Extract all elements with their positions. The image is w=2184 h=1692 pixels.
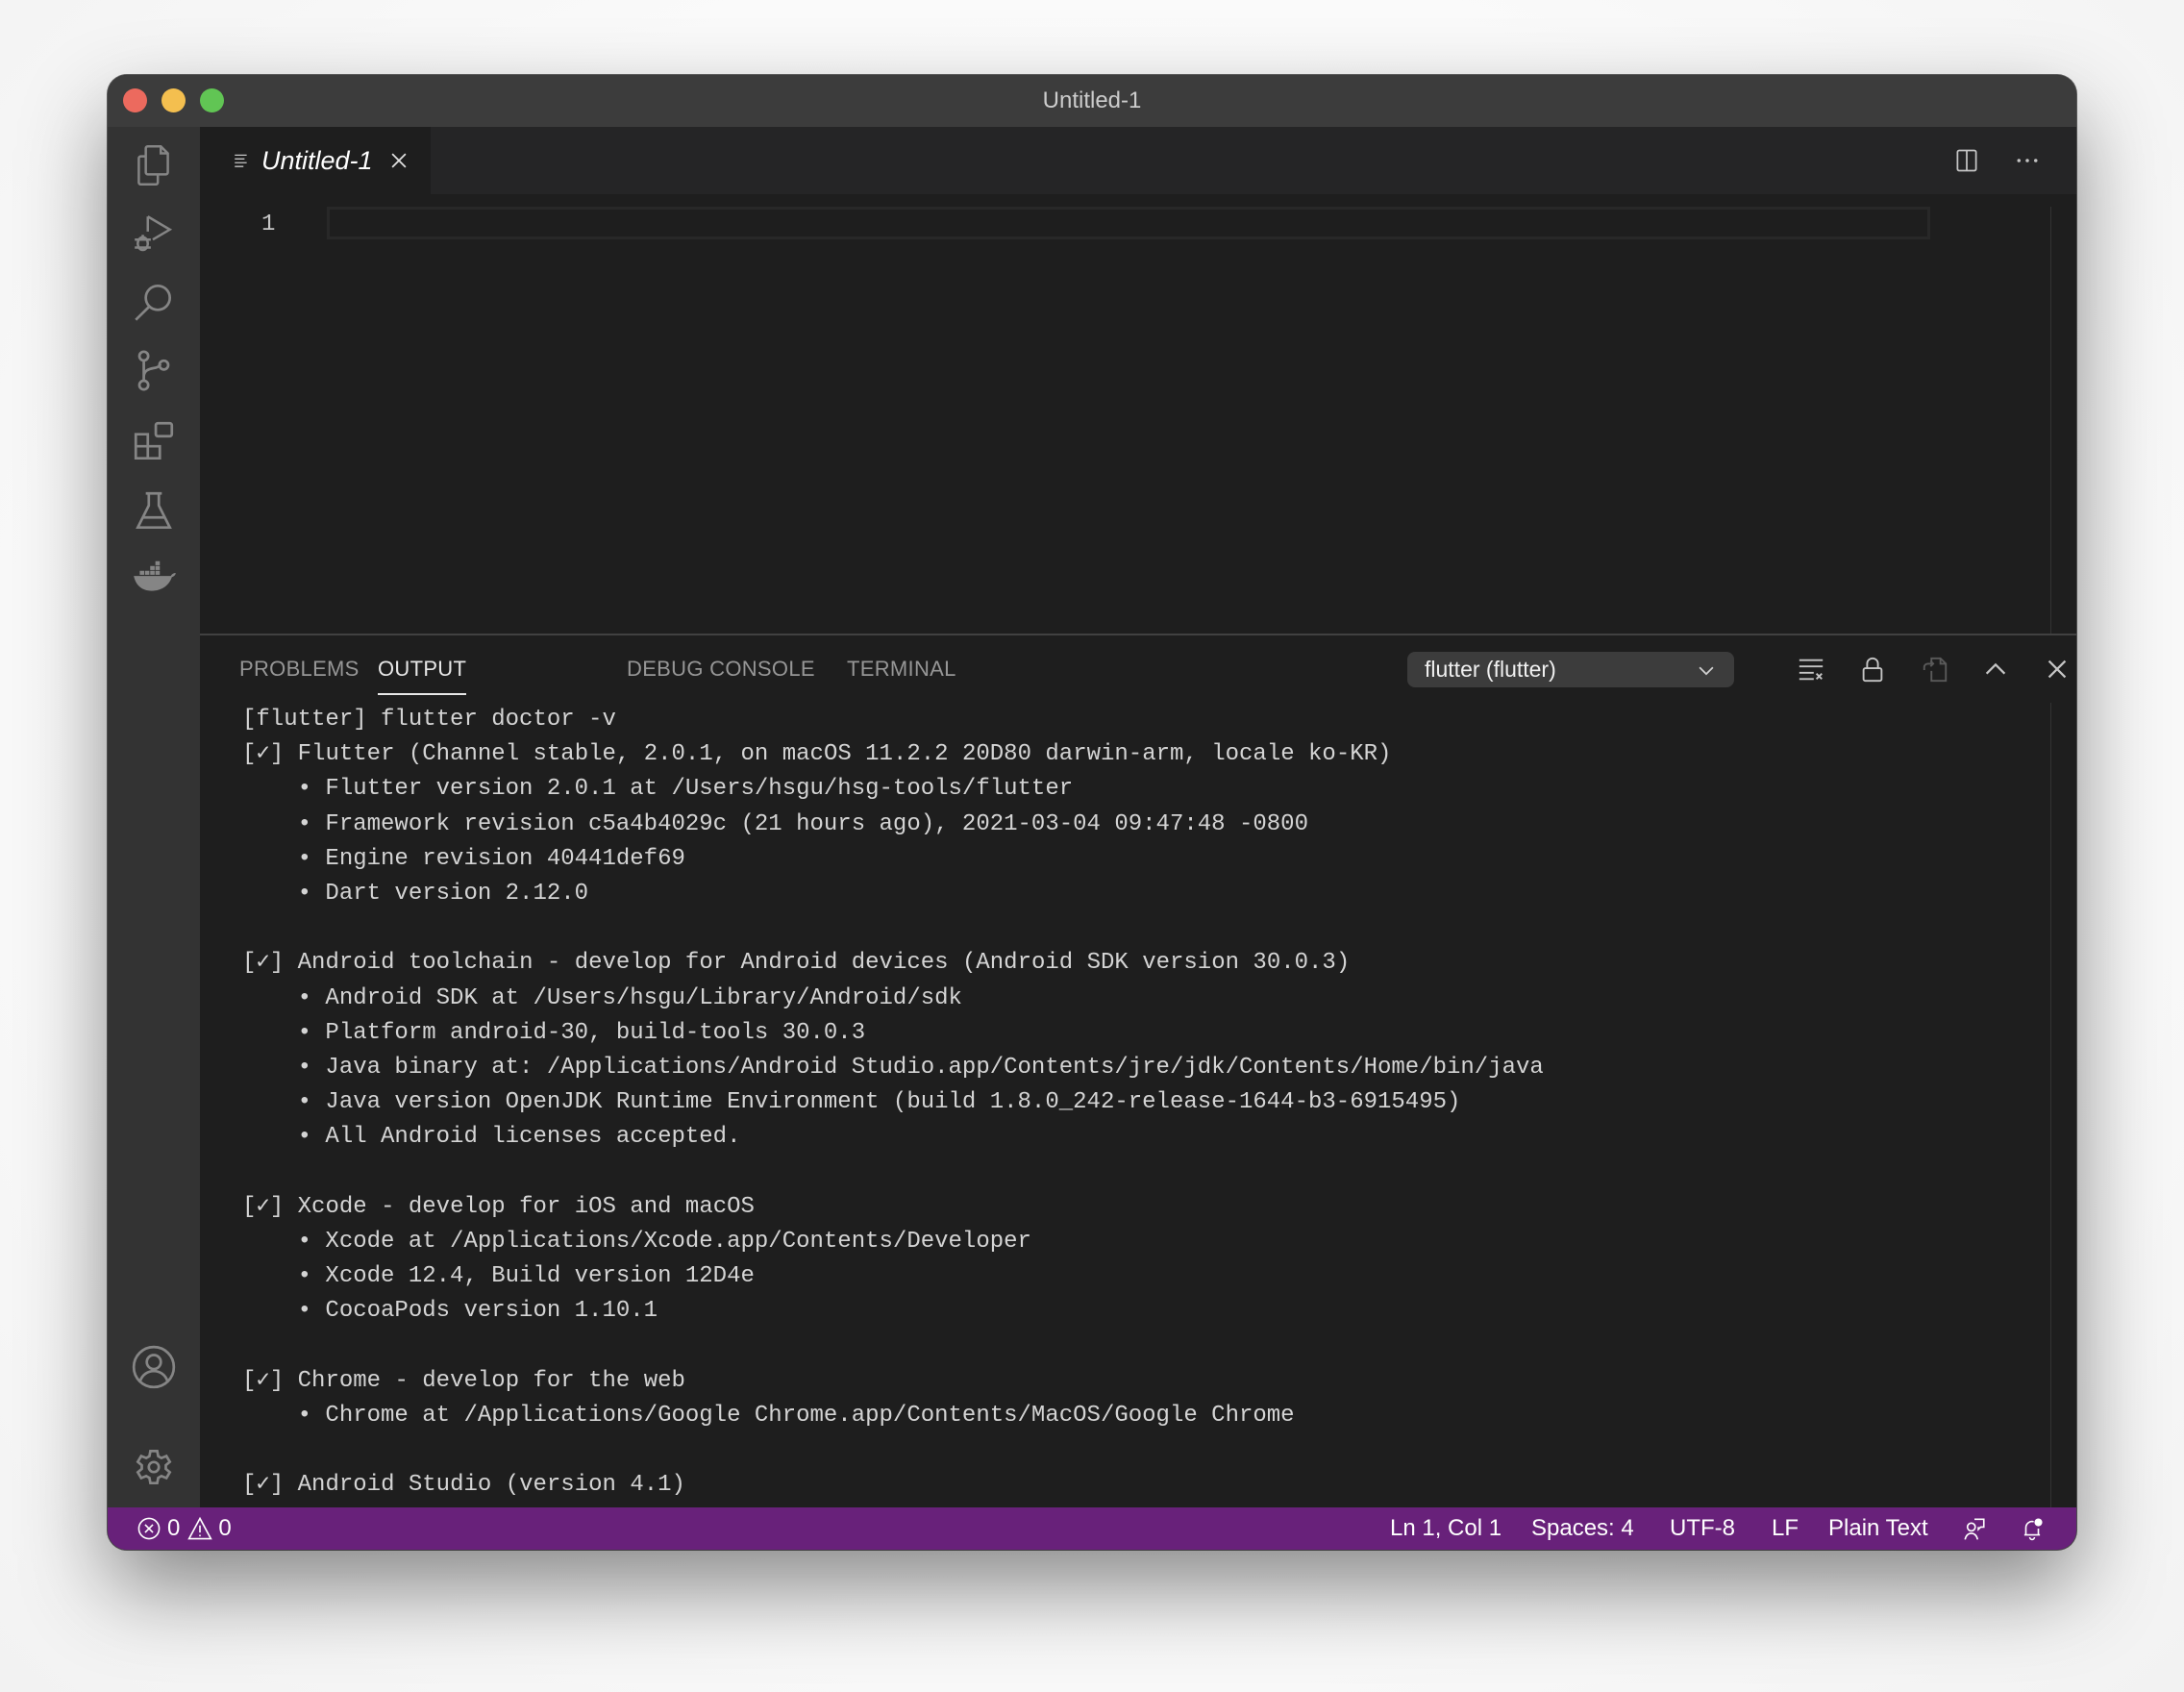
current-line-highlight — [327, 207, 1930, 239]
output-line: • Android SDK at /Users/hsgu/Library/And… — [242, 984, 962, 1011]
activity-source-control[interactable] — [108, 333, 200, 410]
problems-status[interactable]: 0 0 — [136, 1507, 232, 1550]
output-line: [✓] Flutter (Channel stable, 2.0.1, on m… — [242, 741, 1392, 768]
output-line: [flutter] flutter doctor -v — [242, 707, 616, 733]
search-icon — [135, 284, 172, 321]
output-line: • Engine revision 40441def69 — [242, 845, 685, 872]
status-bar: 0 0 Ln 1, Col 1 Spaces: 4 UTF-8 LF Plain… — [108, 1507, 2076, 1550]
tab-problems-label: PROBLEMS — [239, 657, 360, 681]
tab-untitled-1[interactable]: Untitled-1 — [200, 127, 431, 194]
activity-bar — [108, 127, 200, 1507]
tab-problems[interactable]: PROBLEMS — [239, 657, 360, 682]
clear-output-button[interactable] — [1794, 652, 1828, 686]
activity-docker[interactable] — [108, 538, 200, 615]
warning-icon — [187, 1516, 213, 1540]
bottom-panel: PROBLEMS OUTPUT DEBUG CONSOLE TERMINAL f… — [200, 634, 2076, 1509]
tab-terminal-label: TERMINAL — [847, 657, 956, 681]
go-to-file-icon — [1923, 657, 1948, 683]
output-line: [✓] Android Studio (version 4.1) — [242, 1472, 685, 1499]
activity-extensions[interactable] — [108, 404, 200, 481]
output-channel-select[interactable]: flutter (flutter) — [1407, 652, 1734, 687]
output-line: • Xcode 12.4, Build version 12D4e — [242, 1263, 755, 1289]
lock-scroll-button[interactable] — [1855, 652, 1890, 686]
chevron-up-icon — [1985, 662, 2006, 675]
language-mode[interactable]: Plain Text — [1828, 1507, 1928, 1550]
error-count: 0 — [167, 1515, 181, 1541]
activity-run-debug[interactable] — [108, 196, 200, 273]
tab-terminal[interactable]: TERMINAL — [847, 657, 956, 682]
split-editor-icon — [1956, 149, 1977, 172]
title-bar: Untitled-1 — [108, 75, 2076, 127]
text-file-icon — [235, 154, 247, 167]
output-line: [✓] Chrome - develop for the web — [242, 1367, 685, 1394]
close-icon[interactable] — [388, 150, 410, 171]
output-line: • Xcode at /Applications/Xcode.app/Conte… — [242, 1228, 1031, 1255]
line-number: 1 — [261, 212, 276, 237]
end-of-line[interactable]: LF — [1772, 1507, 1799, 1550]
close-icon — [2048, 659, 2067, 679]
output-line: • CocoaPods version 1.10.1 — [242, 1298, 658, 1325]
tab-label: Untitled-1 — [261, 145, 373, 175]
feedback-button[interactable] — [1962, 1507, 1987, 1550]
source-control-icon — [137, 350, 170, 391]
output-channel-value: flutter (flutter) — [1425, 657, 1556, 682]
warning-count: 0 — [218, 1515, 232, 1541]
activity-accounts[interactable] — [108, 1329, 200, 1406]
tab-debug-console-label: DEBUG CONSOLE — [627, 657, 815, 681]
output-line: • Platform android-30, build-tools 30.0.… — [242, 1019, 866, 1046]
output-line: [✓] Xcode - develop for iOS and macOS — [242, 1193, 755, 1220]
output-line: [✓] Android toolchain - develop for Andr… — [242, 950, 1351, 977]
editor-scrollbar[interactable] — [2050, 207, 2051, 634]
encoding[interactable]: UTF-8 — [1670, 1507, 1735, 1550]
output-line: • Java binary at: /Applications/Android … — [242, 1054, 1544, 1081]
output-line: • Chrome at /Applications/Google Chrome.… — [242, 1402, 1295, 1429]
bell-dot-icon — [2023, 1518, 2043, 1541]
tab-output-label: OUTPUT — [378, 657, 467, 681]
docker-icon — [134, 560, 176, 591]
files-icon — [137, 144, 169, 187]
more-actions-button[interactable] — [2010, 143, 2045, 178]
output-line: • Java version OpenJDK Runtime Environme… — [242, 1089, 1461, 1116]
output-scrollbar[interactable] — [2050, 703, 2051, 1509]
account-icon — [132, 1345, 176, 1389]
run-debug-icon — [135, 215, 173, 252]
window-title: Untitled-1 — [1042, 87, 1142, 113]
error-icon — [137, 1517, 161, 1540]
activity-manage[interactable] — [108, 1429, 200, 1505]
output-line: • Dart version 2.12.0 — [242, 880, 589, 907]
maximize-panel-button[interactable] — [1978, 652, 2013, 686]
output-line: • Framework revision c5a4b4029c (21 hour… — [242, 810, 1308, 837]
output-line: • All Android licenses accepted. — [242, 1124, 741, 1151]
extensions-icon — [134, 421, 174, 460]
active-tab-indicator — [378, 693, 467, 695]
feedback-icon — [1964, 1518, 1985, 1540]
editor-area[interactable]: 1 — [200, 194, 2076, 634]
open-log-file-button[interactable] — [1918, 652, 1952, 686]
ellipsis-icon — [2017, 159, 2038, 162]
split-editor-button[interactable] — [1949, 143, 1984, 178]
cursor-position[interactable]: Ln 1, Col 1 — [1390, 1507, 1502, 1550]
gear-icon — [136, 1449, 172, 1485]
clear-all-icon — [1799, 659, 1824, 681]
indentation[interactable]: Spaces: 4 — [1531, 1507, 1634, 1550]
output-line: • Flutter version 2.0.1 at /Users/hsgu/h… — [242, 776, 1074, 803]
activity-search[interactable] — [108, 264, 200, 341]
output-log[interactable]: [flutter] flutter doctor -v [✓] Flutter (… — [242, 703, 2038, 1509]
close-panel-button[interactable] — [2040, 652, 2074, 686]
notifications-button[interactable] — [2020, 1507, 2045, 1550]
editor-tab-bar: Untitled-1 — [200, 127, 2076, 194]
tab-output[interactable]: OUTPUT — [378, 657, 467, 695]
tab-debug-console[interactable]: DEBUG CONSOLE — [627, 657, 815, 682]
chevron-down-icon — [1699, 666, 1714, 676]
beaker-icon — [136, 491, 172, 530]
activity-explorer[interactable] — [108, 127, 200, 204]
lock-icon — [1862, 657, 1883, 683]
vscode-window: Untitled-1 Untitled-1 1 PROBLEMS OUTPUT … — [108, 75, 2076, 1550]
